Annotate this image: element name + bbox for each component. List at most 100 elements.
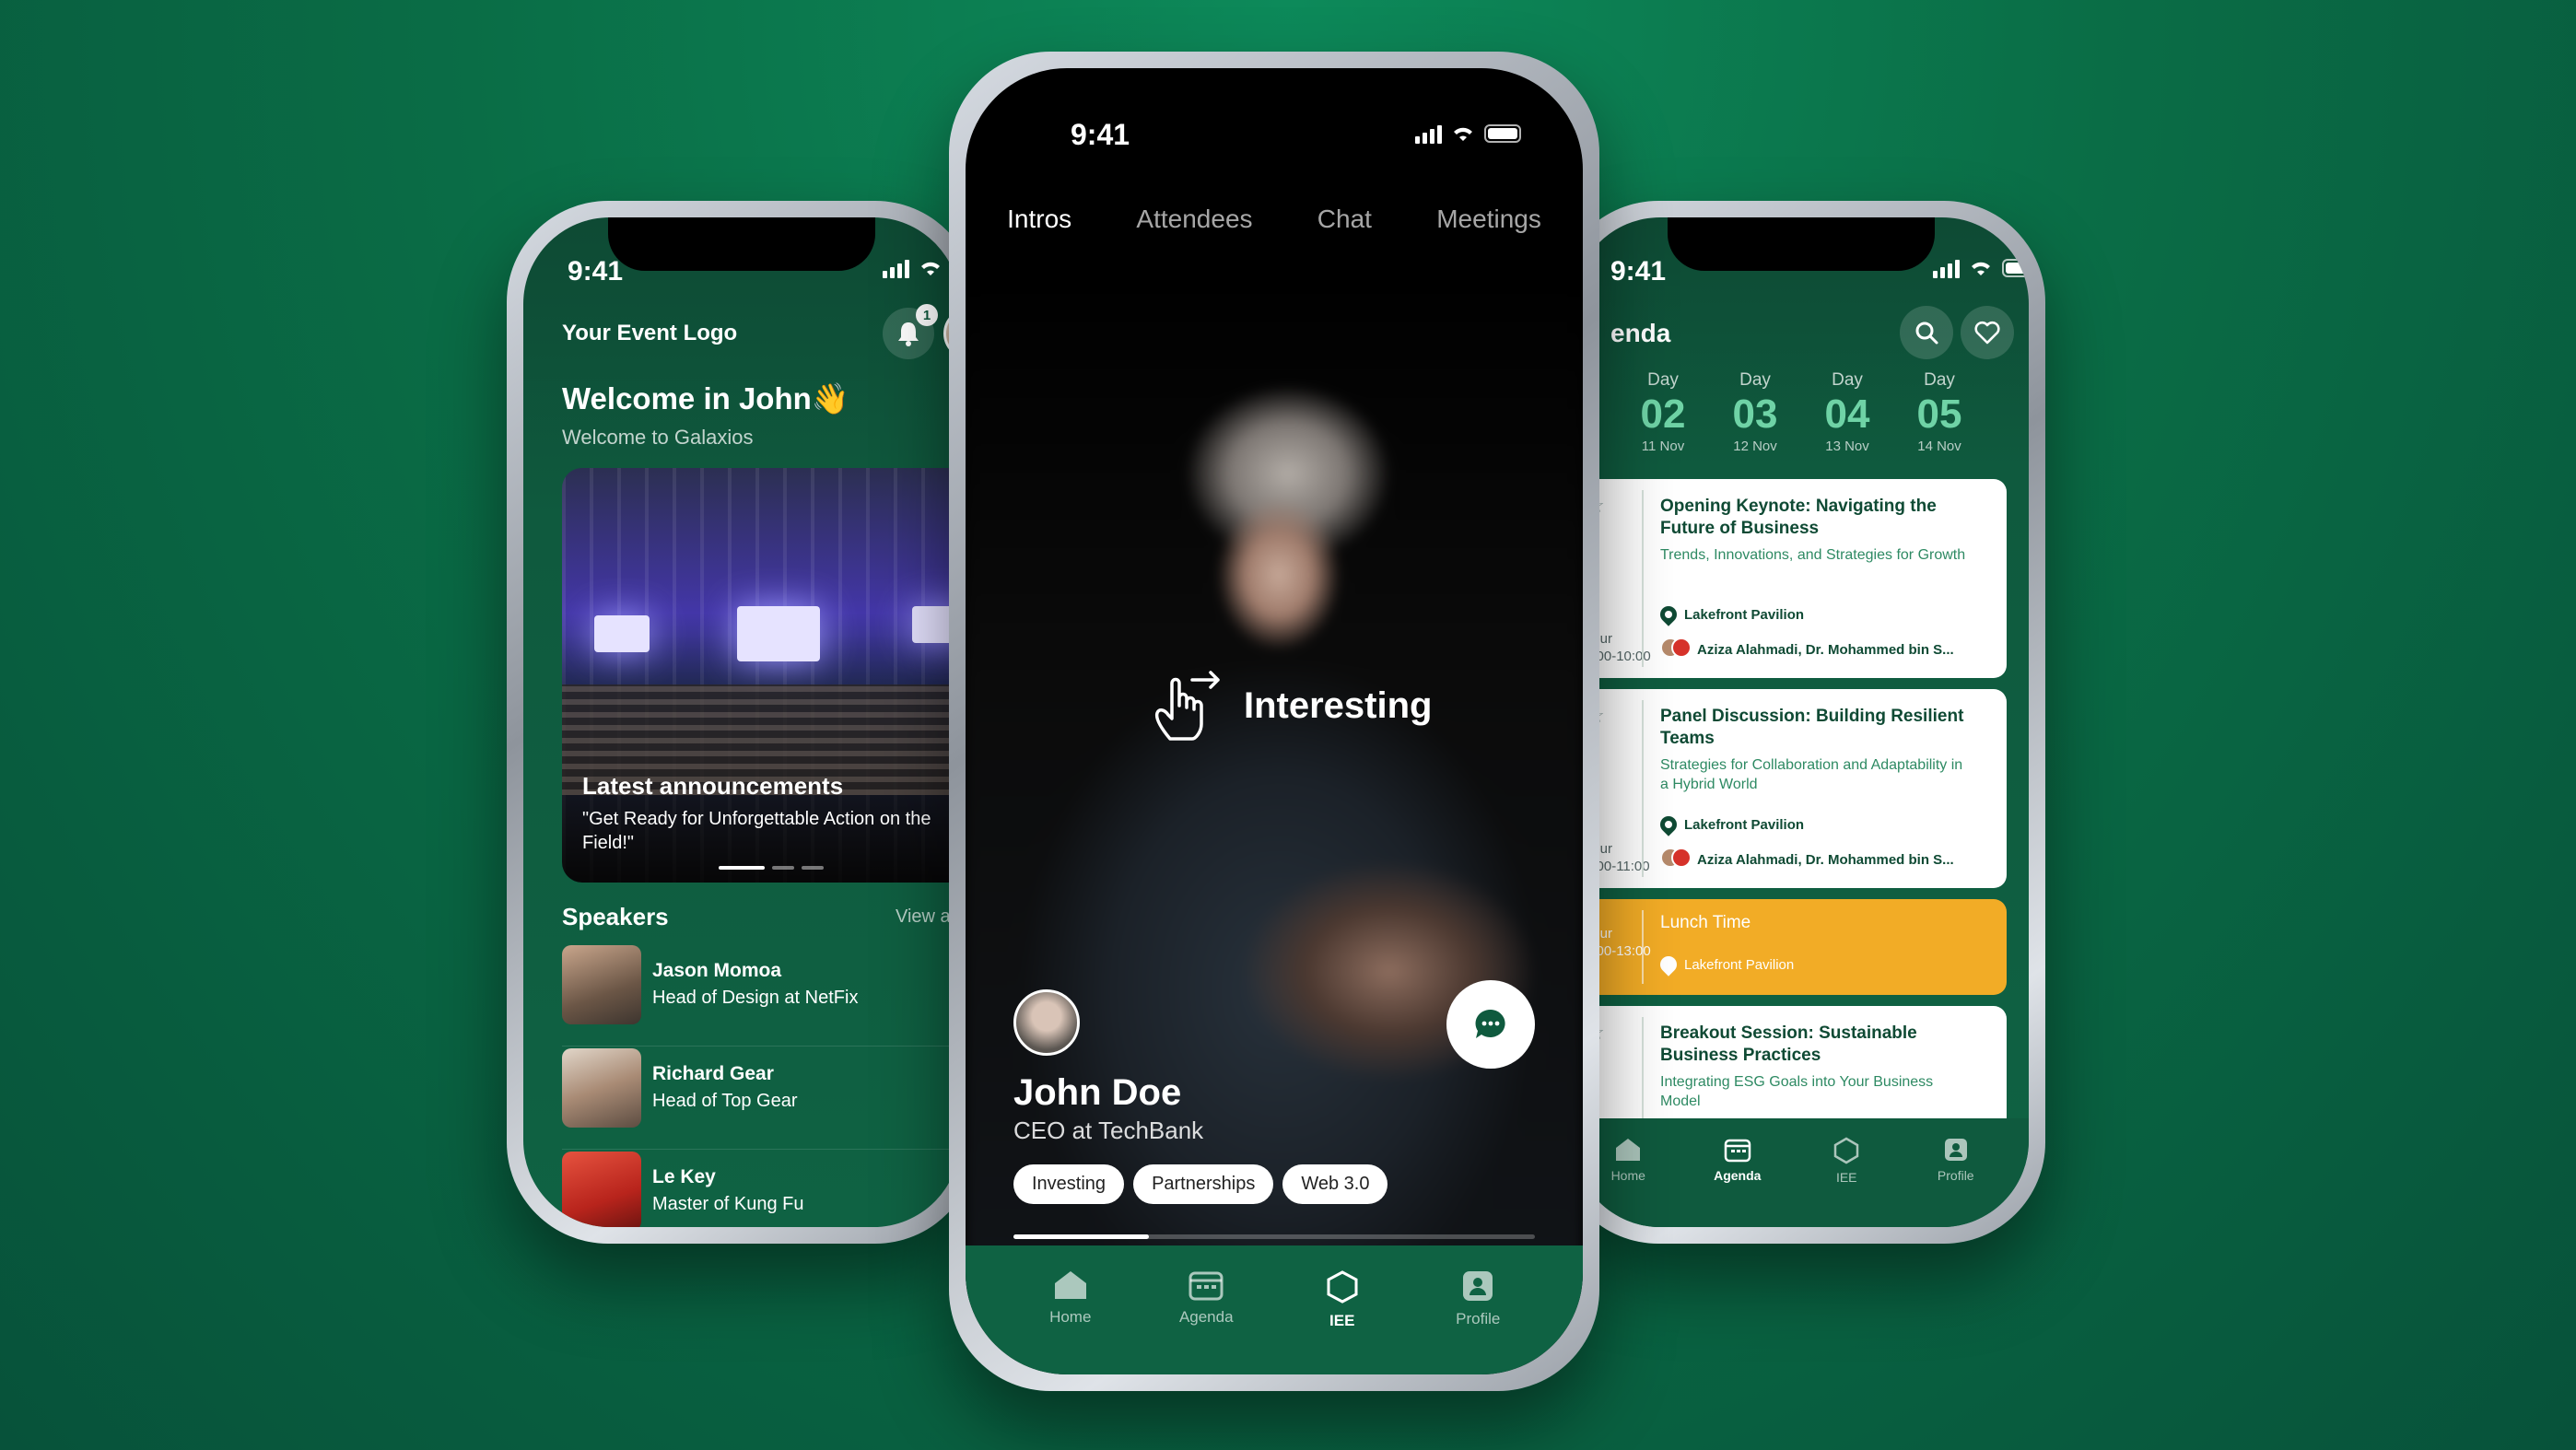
wifi-icon xyxy=(1454,127,1472,141)
speaker-name: Le Key xyxy=(652,1166,716,1187)
session-speakers: Aziza Alahmadi, Dr. Mohammed bin S... xyxy=(1660,637,1954,661)
calendar-icon xyxy=(1188,1271,1224,1301)
day-number: 02 xyxy=(1640,392,1686,437)
session-title: Opening Keynote: Navigating the Future o… xyxy=(1660,497,1937,538)
stage-screen-image xyxy=(737,606,820,661)
day-tab-02[interactable]: Day 02 11 Nov xyxy=(1622,370,1704,454)
tab-home[interactable]: Home xyxy=(1029,1245,1112,1374)
home-screen: 9:41 Your Event Logo 1 Welcome in John👋 … xyxy=(523,217,960,1227)
day-date: 11 Nov xyxy=(1641,439,1685,454)
chip-partnerships[interactable]: Partnerships xyxy=(1133,1164,1274,1204)
welcome-subtitle: Welcome to Galaxios xyxy=(562,426,754,449)
battery-icon xyxy=(2002,259,2029,277)
search-button[interactable] xyxy=(1900,306,1953,359)
divider xyxy=(1642,700,1644,877)
intros-screen: 9:41 Intros Attendees Chat Meetings Inte… xyxy=(966,68,1583,1374)
tab-attendees[interactable]: Attendees xyxy=(1136,205,1252,234)
progress-fill xyxy=(1013,1234,1150,1239)
day-number: 05 xyxy=(1916,392,1962,437)
day-label: Day xyxy=(1924,370,1955,390)
right-phone-frame: 9:41 enda y 1 lov Day 02 11 Nov D xyxy=(1557,201,2045,1244)
favorites-button[interactable] xyxy=(1961,306,2014,359)
stage-screen-image xyxy=(594,615,650,652)
carousel-dots[interactable] xyxy=(719,866,824,870)
notch xyxy=(608,217,875,271)
tab-meetings[interactable]: Meetings xyxy=(1436,205,1541,234)
speaker-item[interactable]: Jason Momoa Head of Design at NetFix xyxy=(562,945,960,1047)
session-title: Lunch Time xyxy=(1660,913,1751,932)
speaker-name: Richard Gear xyxy=(652,1063,774,1084)
left-phone-frame: 9:41 Your Event Logo 1 Welcome in John👋 … xyxy=(507,201,977,1244)
day-date: 12 Nov xyxy=(1733,439,1777,454)
notifications-button[interactable]: 1 xyxy=(883,304,938,359)
wifi-icon xyxy=(1972,262,1990,275)
speakers-heading: Speakers xyxy=(562,903,669,930)
tab-agenda[interactable]: Agenda xyxy=(1165,1245,1247,1374)
profile-icon xyxy=(1944,1139,1967,1161)
attendee-photo xyxy=(966,271,1583,1303)
tab-chat[interactable]: Chat xyxy=(1317,205,1372,234)
status-icons xyxy=(883,258,943,278)
chip-web3[interactable]: Web 3.0 xyxy=(1282,1164,1388,1204)
session-title: Breakout Session: Sustainable Business P… xyxy=(1660,1023,1917,1065)
session-card[interactable]: ☆ hour9:00-10:00 Opening Keynote: Naviga… xyxy=(1574,479,2007,678)
day-selector: y 1 lov Day 02 11 Nov Day 03 12 Nov Day … xyxy=(1574,370,2029,472)
speaker-photo xyxy=(562,1048,641,1128)
chat-button[interactable] xyxy=(1446,980,1535,1069)
attendee-avatar[interactable] xyxy=(1013,989,1080,1056)
location-pin-icon xyxy=(1657,953,1680,976)
profile-icon xyxy=(1463,1271,1493,1301)
day-number: 04 xyxy=(1824,392,1870,437)
attendee-role: CEO at TechBank xyxy=(1013,1117,1204,1144)
session-card[interactable]: ☆ hour0:00-11:00 Panel Discussion: Build… xyxy=(1574,689,2007,888)
status-icons xyxy=(1933,258,2029,278)
session-location: Lakefront Pavilion xyxy=(1657,953,1794,976)
divider xyxy=(1642,490,1644,667)
day-label: Day xyxy=(1739,370,1771,390)
speaker-item[interactable]: Richard Gear Head of Top Gear xyxy=(562,1048,960,1150)
chip-investing[interactable]: Investing xyxy=(1013,1164,1125,1204)
location-pin-icon xyxy=(1657,813,1680,836)
divider xyxy=(1642,910,1644,984)
tab-iee[interactable]: IEE xyxy=(1301,1245,1384,1374)
bottom-tab-bar: Home Agenda IEE Profile xyxy=(966,1245,1583,1374)
event-logo[interactable]: Your Event Logo xyxy=(562,321,737,346)
hexagon-icon xyxy=(1327,1270,1358,1304)
session-location: Lakefront Pavilion xyxy=(1657,813,1804,836)
tab-profile[interactable]: Profile xyxy=(1914,1118,1997,1227)
attendee-name: John Doe xyxy=(1013,1072,1182,1113)
day-tab-05[interactable]: Day 05 14 Nov xyxy=(1898,370,1981,454)
notification-badge: 1 xyxy=(916,304,938,326)
signal-icon xyxy=(883,258,909,278)
tab-iee[interactable]: IEE xyxy=(1805,1118,1888,1227)
announcement-title: Latest announcements xyxy=(582,772,844,800)
search-icon xyxy=(1915,322,1938,345)
lunch-card[interactable]: hour2:00-13:00 Lunch Time Lakefront Pavi… xyxy=(1574,899,2007,995)
tab-agenda[interactable]: Agenda xyxy=(1696,1118,1779,1227)
speaker-name: Jason Momoa xyxy=(652,960,782,981)
announcement-card[interactable]: Latest announcements "Get Ready for Unfo… xyxy=(562,468,960,883)
swipe-hand-icon xyxy=(1154,671,1220,741)
divider xyxy=(1642,1017,1644,1133)
status-time: 9:41 xyxy=(1610,256,1667,286)
chat-bubble-icon xyxy=(1475,1009,1505,1038)
speaker-item[interactable]: Le Key Master of Kung Fu xyxy=(562,1152,960,1227)
day-tab-04[interactable]: Day 04 13 Nov xyxy=(1806,370,1889,454)
hexagon-icon xyxy=(1834,1137,1859,1164)
tab-intros[interactable]: Intros xyxy=(1007,205,1071,234)
tab-profile[interactable]: Profile xyxy=(1436,1245,1519,1374)
day-label: Day xyxy=(1832,370,1863,390)
session-description: Integrating ESG Goals into Your Business… xyxy=(1660,1074,1934,1109)
agenda-title: enda xyxy=(1610,319,1671,347)
day-number: 03 xyxy=(1732,392,1778,437)
signal-icon xyxy=(1415,123,1442,144)
session-title: Panel Discussion: Building Resilient Tea… xyxy=(1660,707,1964,748)
speaker-role: Master of Kung Fu xyxy=(652,1194,804,1214)
calendar-icon xyxy=(1724,1139,1751,1163)
swipe-hint: Interesting xyxy=(1150,667,1432,744)
speaker-role: Head of Design at NetFix xyxy=(652,988,859,1008)
session-speakers: Aziza Alahmadi, Dr. Mohammed bin S... xyxy=(1660,848,1954,871)
home-icon xyxy=(1054,1271,1086,1299)
day-tab-03[interactable]: Day 03 12 Nov xyxy=(1714,370,1797,454)
heart-icon xyxy=(1974,321,2000,345)
